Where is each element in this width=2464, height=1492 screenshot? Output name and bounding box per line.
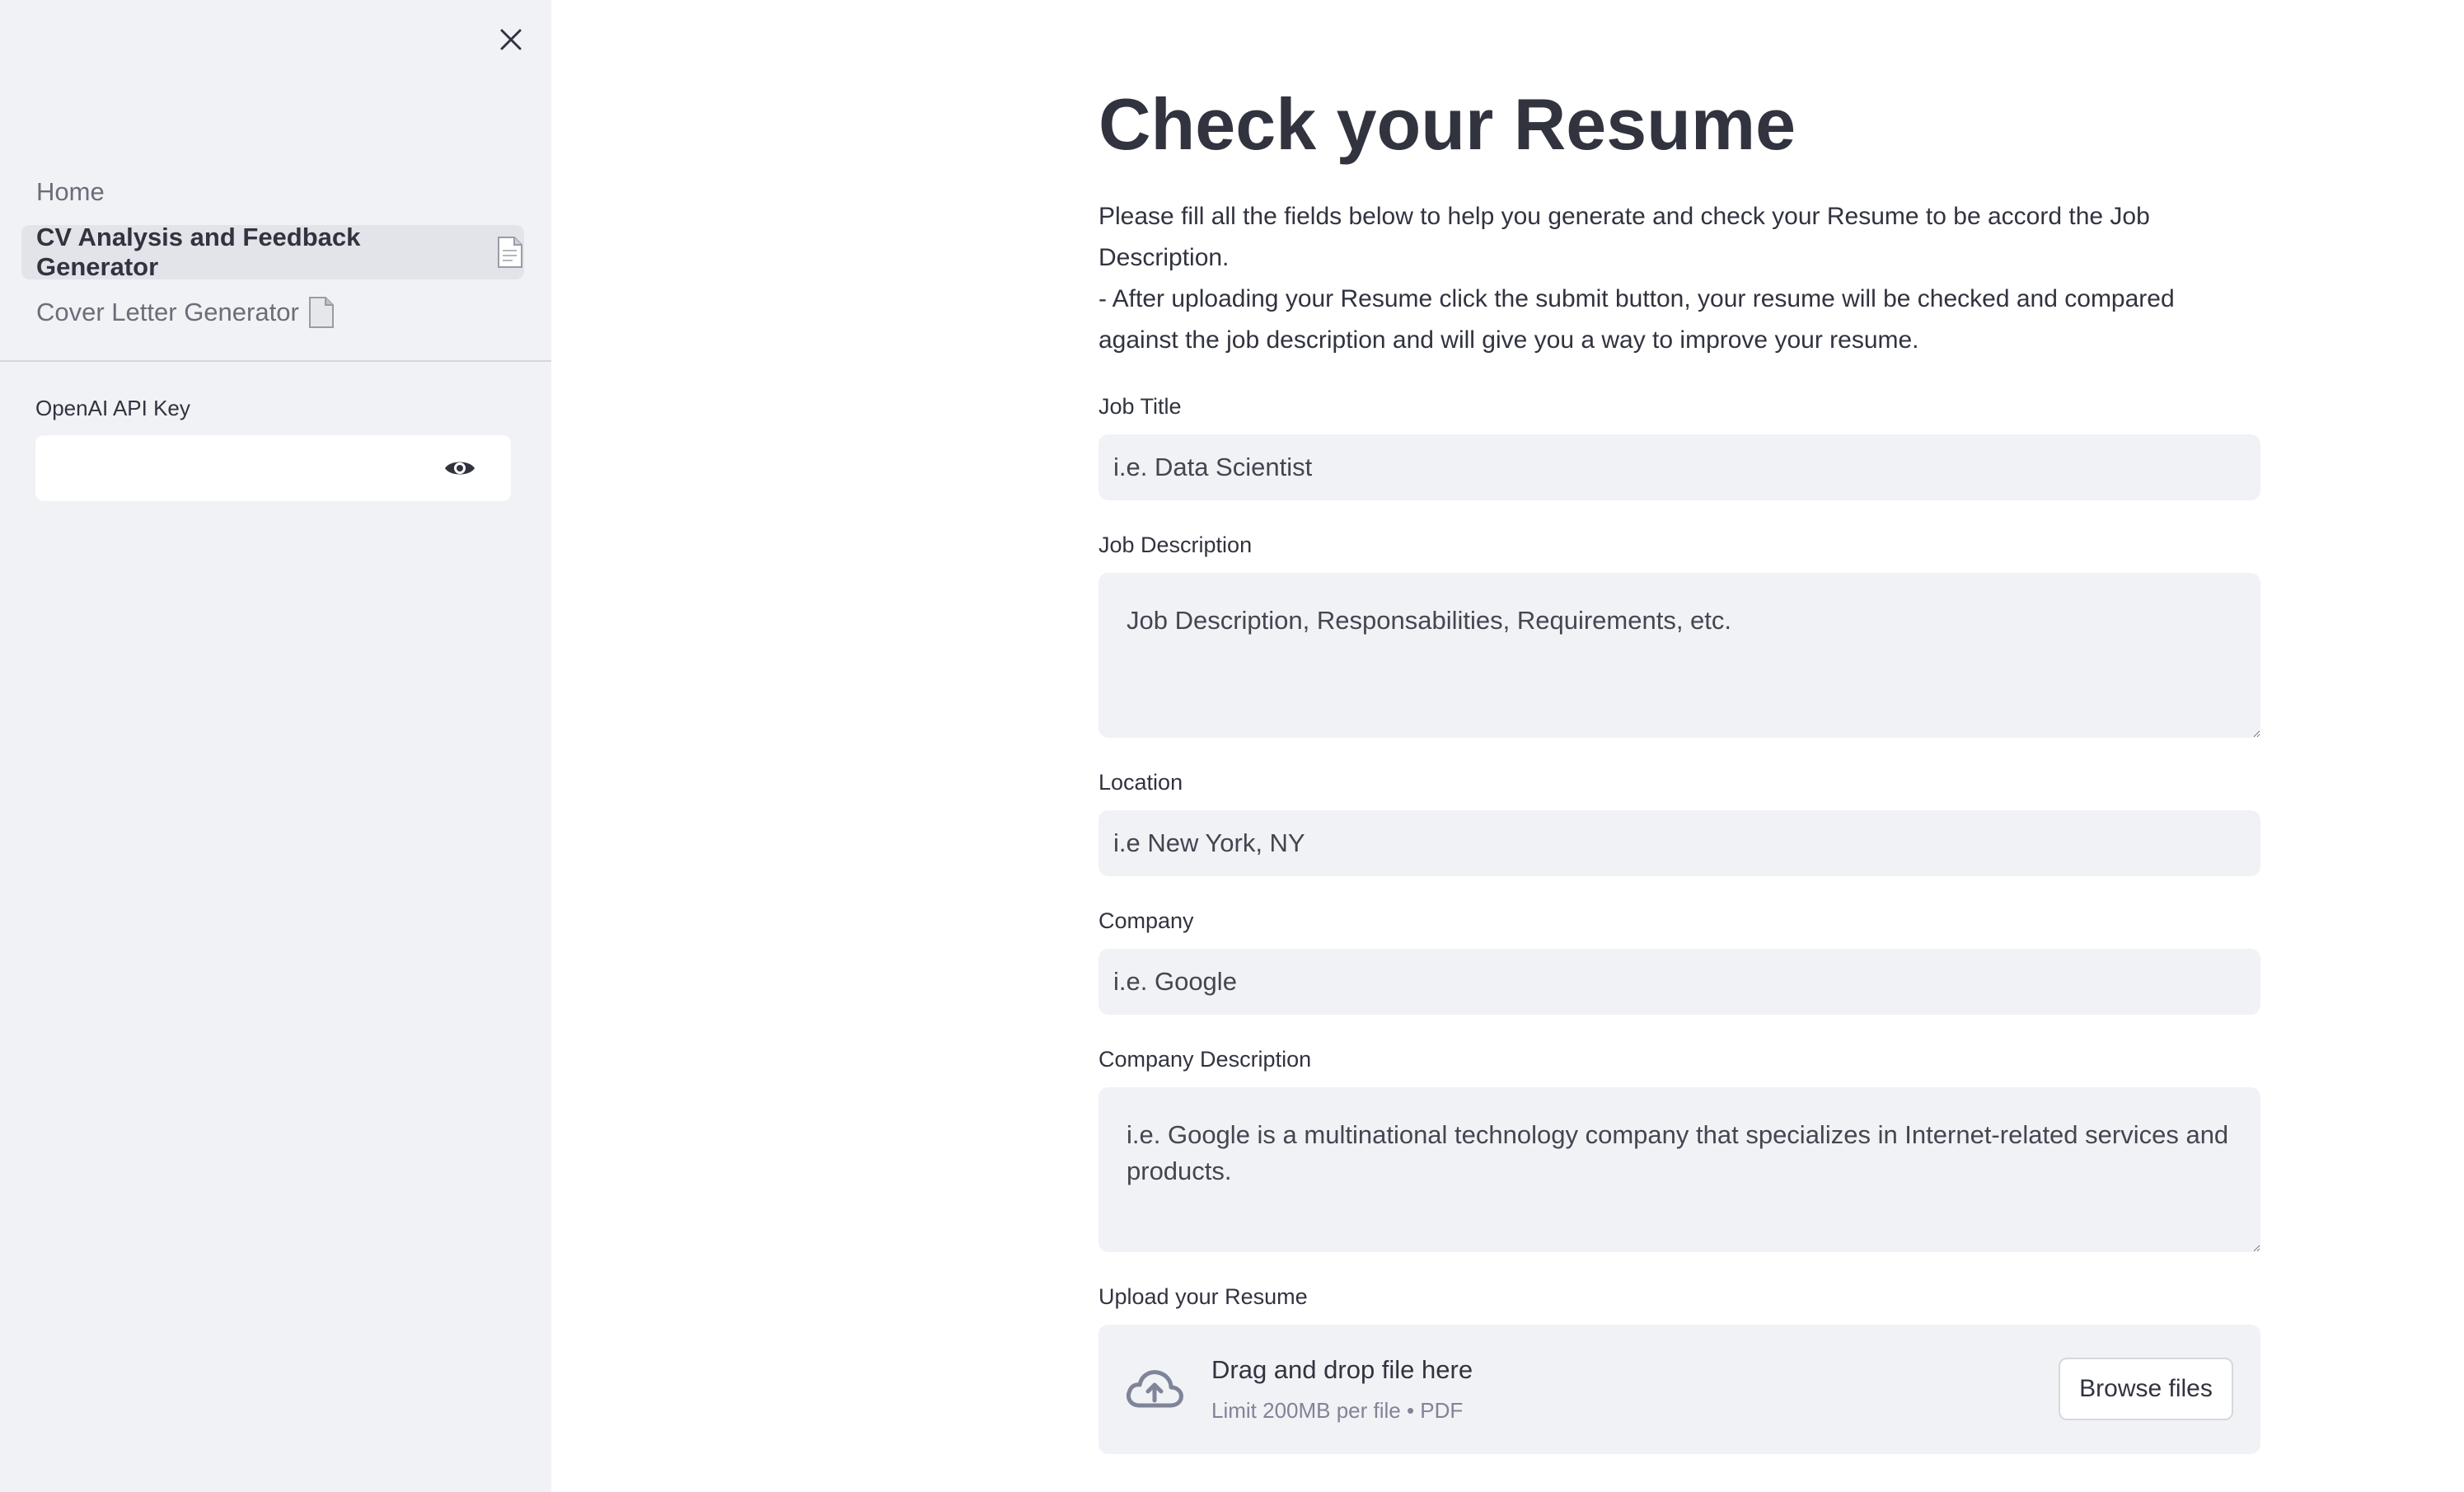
job-title-label: Job Title <box>1098 394 1182 419</box>
file-dropzone[interactable]: Drag and drop file here Limit 200MB per … <box>1098 1325 2260 1454</box>
location-input[interactable] <box>1098 810 2260 876</box>
location-label: Location <box>1098 770 1183 795</box>
intro-text: Please fill all the fields below to help… <box>1098 196 2260 361</box>
company-description-label: Company Description <box>1098 1047 1312 1072</box>
sidebar-item-home[interactable]: Home <box>21 165 524 219</box>
company-label: Company <box>1098 908 1194 933</box>
company-input[interactable] <box>1098 949 2260 1015</box>
cloud-upload-icon <box>1123 1364 1186 1414</box>
dropzone-limit: Limit 200MB per file • PDF <box>1211 1398 1464 1423</box>
dropzone-title: Drag and drop file here <box>1211 1355 1473 1384</box>
intro-line: Please fill all the fields below to help… <box>1098 203 2150 271</box>
intro-line: - After uploading your Resume click the … <box>1098 285 2175 354</box>
close-icon[interactable] <box>493 21 529 58</box>
sidebar-item-label: Cover Letter Generator <box>36 298 299 326</box>
sidebar-item-label: Home <box>36 177 105 206</box>
job-description-label: Job Description <box>1098 533 1253 557</box>
sidebar-nav: Home CV Analysis and Feedback Generator … <box>21 165 524 345</box>
api-key-input[interactable] <box>35 435 431 501</box>
browse-files-button[interactable]: Browse files <box>2059 1358 2233 1420</box>
upload-label: Upload your Resume <box>1098 1284 1308 1309</box>
api-key-field <box>35 435 511 501</box>
job-description-input[interactable] <box>1098 573 2260 738</box>
sidebar-item-cv-analysis[interactable]: CV Analysis and Feedback Generator <box>21 223 524 281</box>
job-title-input[interactable] <box>1098 434 2260 500</box>
sidebar-item-label: CV Analysis and Feedback Generator <box>36 223 361 281</box>
document-icon <box>496 236 524 269</box>
sidebar-divider <box>0 360 551 362</box>
company-description-input[interactable] <box>1098 1087 2260 1252</box>
sidebar-item-cover-letter[interactable]: Cover Letter Generator <box>21 285 524 340</box>
document-icon <box>307 296 335 329</box>
api-key-label: OpenAI API Key <box>35 396 190 420</box>
sidebar: Home CV Analysis and Feedback Generator … <box>0 0 551 1492</box>
eye-icon[interactable] <box>443 453 476 483</box>
page-title: Check your Resume <box>1098 83 1796 165</box>
